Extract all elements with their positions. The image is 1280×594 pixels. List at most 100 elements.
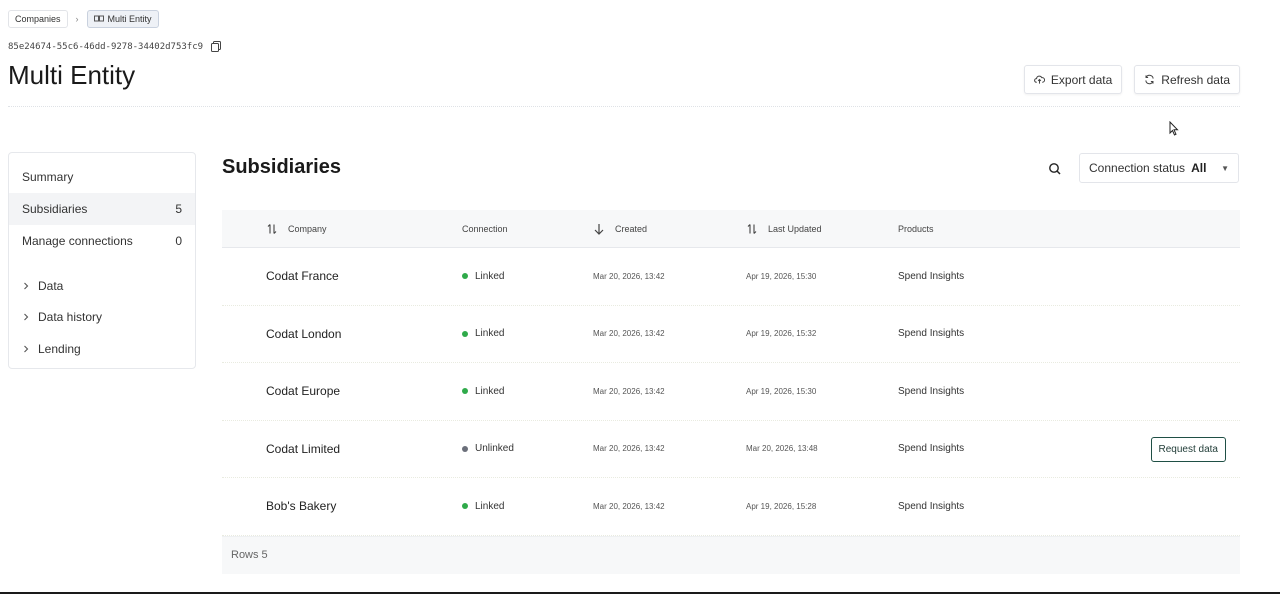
- chevron-right-icon: [24, 282, 29, 290]
- export-data-label: Export data: [1050, 72, 1113, 87]
- cell-products: Spend Insights: [898, 270, 965, 282]
- cell-created: Mar 20, 2026, 13:42: [593, 444, 665, 454]
- column-products: Products: [898, 224, 934, 234]
- table-row[interactable]: Codat London Linked Mar 20, 2026, 13:42 …: [222, 306, 1240, 363]
- refresh-data-label: Refresh data: [1161, 72, 1230, 87]
- connection-label: Unlinked: [475, 443, 514, 455]
- cell-updated: Apr 19, 2026, 15:28: [746, 501, 817, 511]
- table-footer: Rows 5: [222, 535, 1240, 574]
- sort-icon: [267, 223, 277, 234]
- cell-company[interactable]: Codat Limited: [266, 421, 340, 478]
- chevron-right-icon: [24, 313, 29, 321]
- sidebar-group-data-history[interactable]: Data history: [9, 302, 195, 334]
- cell-products: Spend Insights: [898, 385, 965, 397]
- cell-connection: Linked: [462, 306, 504, 363]
- arrow-down-icon: [594, 223, 604, 235]
- status-dot: [462, 388, 468, 395]
- filter-label: Connection status: [1089, 161, 1186, 175]
- sidebar-item-count: 5: [175, 202, 182, 216]
- connection-label: Linked: [475, 328, 505, 340]
- sidebar-group-label: Data history: [38, 310, 103, 325]
- refresh-icon: [1145, 74, 1154, 85]
- sidebar-item-label: Subsidiaries: [22, 202, 88, 216]
- cell-connection: Unlinked: [462, 421, 514, 478]
- cell-created: Mar 20, 2026, 13:42: [593, 329, 665, 339]
- column-label: Created: [615, 223, 648, 234]
- cell-created: Mar 20, 2026, 13:42: [593, 271, 665, 281]
- status-dot: [462, 273, 468, 280]
- filter-value: All: [1191, 161, 1207, 175]
- breadcrumb-current-label: Multi Entity: [107, 14, 152, 24]
- export-data-button[interactable]: Export data: [1023, 65, 1123, 94]
- sidebar-group-data[interactable]: Data: [9, 270, 195, 302]
- entities-icon: [93, 15, 104, 22]
- section-title: Subsidiaries: [222, 156, 341, 178]
- request-data-button[interactable]: Request data: [1150, 436, 1226, 462]
- column-label: Products: [898, 223, 934, 234]
- cell-company[interactable]: Codat France: [266, 248, 339, 305]
- page-title: Multi Entity: [8, 60, 136, 90]
- column-label: Connection: [462, 223, 508, 234]
- table-header: Company Connection Created Last Updated …: [222, 210, 1240, 248]
- caret-down-icon: ▼: [1221, 163, 1229, 173]
- column-connection: Connection: [462, 224, 508, 234]
- sidebar-item-label: Manage connections: [22, 234, 133, 248]
- sidebar-item-summary[interactable]: Summary: [9, 161, 195, 193]
- column-created[interactable]: Created: [593, 223, 647, 235]
- cell-updated: Apr 19, 2026, 15:32: [746, 329, 817, 339]
- search-icon[interactable]: [1046, 160, 1064, 178]
- company-id: 85e24674-55c6-46dd-9278-34402d753fc9: [8, 41, 222, 52]
- cell-company[interactable]: Bob's Bakery: [266, 478, 336, 535]
- subsidiaries-table: Company Connection Created Last Updated …: [222, 210, 1240, 574]
- refresh-data-button[interactable]: Refresh data: [1134, 65, 1240, 94]
- sidebar-group-label: Data: [38, 278, 64, 293]
- header-divider: [8, 106, 1240, 107]
- cell-updated: Apr 19, 2026, 15:30: [746, 271, 817, 281]
- status-dot: [462, 445, 468, 452]
- sidebar-item-count: 0: [175, 234, 182, 248]
- connection-status-filter[interactable]: Connection status All ▼: [1079, 153, 1239, 183]
- cell-products: Spend Insights: [898, 500, 965, 512]
- cell-products: Spend Insights: [898, 328, 965, 340]
- row-count: Rows 5: [231, 549, 268, 561]
- sort-icon: [747, 223, 757, 234]
- sidebar-item-manage-connections[interactable]: Manage connections 0: [9, 225, 195, 257]
- table-row[interactable]: Codat Europe Linked Mar 20, 2026, 13:42 …: [222, 363, 1240, 421]
- column-label: Last Updated: [768, 223, 822, 234]
- cell-products: Spend Insights: [898, 443, 965, 455]
- chevron-right-icon: [24, 345, 29, 353]
- cell-connection: Linked: [462, 363, 504, 420]
- cell-updated: Mar 20, 2026, 13:48: [746, 444, 818, 454]
- breadcrumb-separator: ›: [75, 14, 79, 24]
- cell-company[interactable]: Codat London: [266, 306, 341, 363]
- connection-label: Linked: [475, 270, 505, 282]
- sidebar-item-label: Summary: [22, 170, 74, 184]
- cell-connection: Linked: [462, 248, 504, 305]
- column-label: Company: [288, 223, 327, 234]
- table-row[interactable]: Codat France Linked Mar 20, 2026, 13:42 …: [222, 248, 1240, 306]
- table-row[interactable]: Bob's Bakery Linked Mar 20, 2026, 13:42 …: [222, 478, 1240, 536]
- cell-created: Mar 20, 2026, 13:42: [593, 501, 665, 511]
- mouse-cursor-icon: [1169, 121, 1179, 136]
- table-row[interactable]: Codat Limited Unlinked Mar 20, 2026, 13:…: [222, 421, 1240, 478]
- cell-updated: Apr 19, 2026, 15:30: [746, 386, 817, 396]
- status-dot: [462, 330, 468, 337]
- sidebar: Summary Subsidiaries 5 Manage connection…: [8, 152, 196, 369]
- column-company[interactable]: Company: [266, 223, 327, 235]
- cell-company[interactable]: Codat Europe: [266, 363, 340, 420]
- breadcrumb-companies[interactable]: Companies: [8, 10, 68, 28]
- cell-created: Mar 20, 2026, 13:42: [593, 386, 665, 396]
- header-actions: Export data Refresh data: [1023, 65, 1240, 94]
- breadcrumb: Companies › Multi Entity: [8, 10, 159, 28]
- column-last-updated[interactable]: Last Updated: [746, 223, 822, 235]
- breadcrumb-current[interactable]: Multi Entity: [86, 10, 159, 28]
- cell-connection: Linked: [462, 478, 504, 535]
- connection-label: Linked: [475, 500, 505, 512]
- company-id-text: 85e24674-55c6-46dd-9278-34402d753fc9: [8, 41, 204, 52]
- sidebar-group-lending[interactable]: Lending: [9, 333, 195, 365]
- connection-label: Linked: [475, 385, 505, 397]
- copy-icon[interactable]: [211, 41, 222, 52]
- cloud-upload-icon: [1034, 75, 1045, 84]
- sidebar-item-subsidiaries[interactable]: Subsidiaries 5: [9, 193, 195, 225]
